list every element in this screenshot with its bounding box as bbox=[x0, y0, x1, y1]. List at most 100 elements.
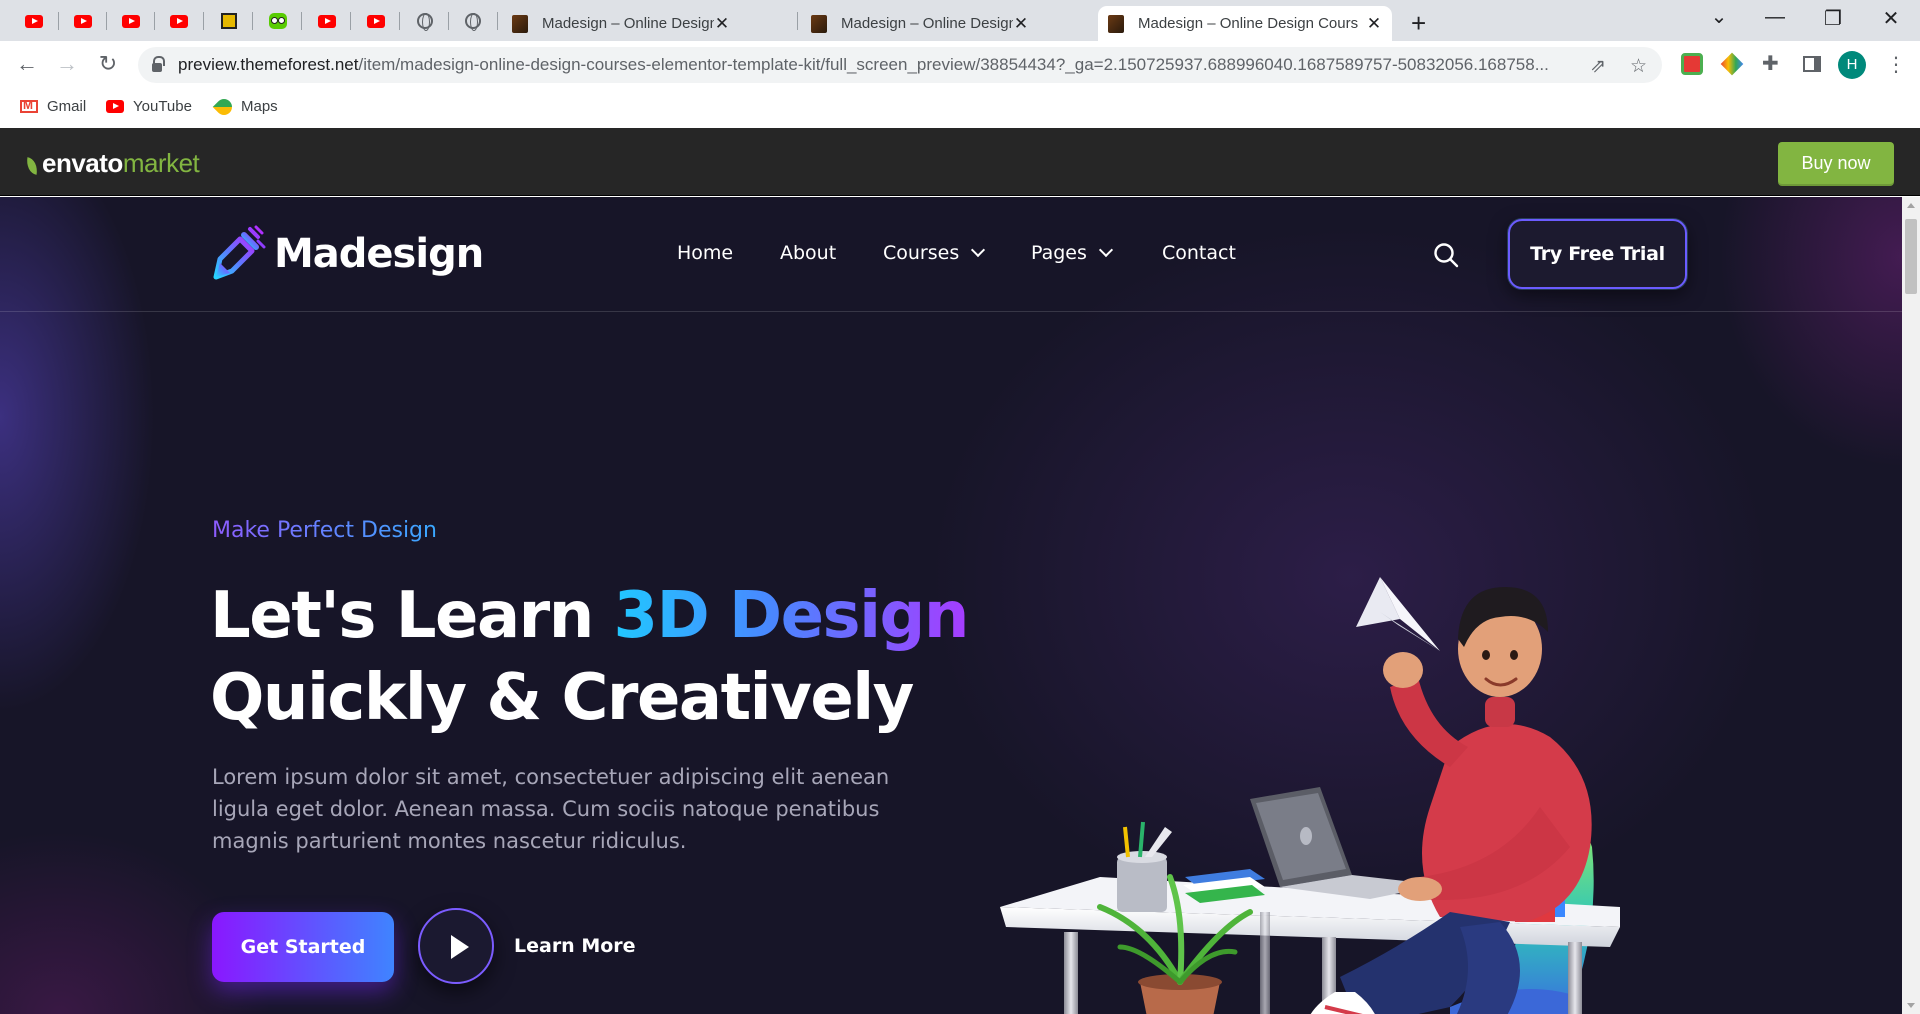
nav-label: Courses bbox=[883, 242, 960, 264]
nav-pages[interactable]: Pages bbox=[1031, 242, 1113, 264]
bookmark-label: YouTube bbox=[133, 98, 192, 115]
browser-tab[interactable]: Madesign – Online Design Cours ✕ bbox=[801, 6, 1039, 41]
learn-more-link[interactable]: Learn More bbox=[514, 935, 636, 957]
brand-name: Madesign bbox=[274, 231, 484, 277]
hero-description: Lorem ipsum dolor sit amet, consectetuer… bbox=[212, 765, 890, 853]
nav-label: Contact bbox=[1162, 242, 1236, 264]
url-path: /item/madesign-online-design-courses-ele… bbox=[358, 55, 1549, 74]
url-host: preview.themeforest.net bbox=[178, 55, 359, 74]
pinned-tab-qr-icon[interactable] bbox=[215, 10, 243, 32]
browser-tab[interactable]: Madesign – Online Design Cours ✕ bbox=[502, 6, 740, 41]
pinned-tab-youtube-icon[interactable] bbox=[362, 10, 390, 32]
scroll-thumb[interactable] bbox=[1905, 219, 1917, 294]
bookmark-label: Gmail bbox=[47, 98, 87, 115]
tab-separator bbox=[154, 12, 155, 30]
hero-headline: Let's Learn 3D Design Quickly & Creative… bbox=[210, 575, 970, 739]
buy-now-button[interactable]: Buy now bbox=[1778, 142, 1894, 184]
hero-eyebrow: Make Perfect Design bbox=[212, 518, 437, 543]
pinned-tab-youtube-icon[interactable] bbox=[20, 10, 48, 32]
forward-button[interactable]: → bbox=[53, 50, 81, 78]
share-icon[interactable]: ⇗ bbox=[1590, 55, 1606, 78]
play-video-button[interactable] bbox=[418, 908, 494, 984]
nav-about[interactable]: About bbox=[780, 242, 836, 264]
side-panel-icon[interactable] bbox=[1803, 56, 1821, 72]
envato-preview-bar: envato market Buy now bbox=[0, 128, 1920, 196]
logo-envato-text: envato bbox=[42, 148, 123, 178]
nav-label: Pages bbox=[1031, 242, 1087, 264]
tab-separator bbox=[58, 12, 59, 30]
headline-part1: Let's Learn bbox=[210, 579, 614, 653]
address-bar[interactable]: preview.themeforest.net/item/madesign-on… bbox=[138, 47, 1662, 83]
extension-icon[interactable] bbox=[1681, 53, 1703, 75]
pinned-tab-globe-icon[interactable] bbox=[459, 10, 487, 32]
extensions-puzzle-icon[interactable]: ✚ bbox=[1762, 51, 1784, 75]
tab-separator bbox=[350, 12, 351, 30]
tab-close-icon[interactable]: ✕ bbox=[1366, 14, 1382, 34]
page-scrollbar[interactable] bbox=[1902, 197, 1920, 1014]
extension-diamond-icon[interactable] bbox=[1720, 52, 1744, 76]
nav-label: Home bbox=[677, 242, 734, 264]
tab-separator bbox=[203, 12, 204, 30]
pinned-tab-youtube-icon[interactable] bbox=[165, 10, 193, 32]
headline-highlight: 3D Design bbox=[613, 579, 970, 653]
browser-toolbar: ← → ↻ preview.themeforest.net/item/mades… bbox=[0, 41, 1920, 89]
pinned-tab-youtube-icon[interactable] bbox=[313, 10, 341, 32]
get-started-button[interactable]: Get Started bbox=[212, 912, 394, 982]
browser-tab-active[interactable]: Madesign – Online Design Cours ✕ bbox=[1098, 6, 1392, 41]
bookmark-star-icon[interactable]: ☆ bbox=[1630, 55, 1647, 78]
tab-close-icon[interactable]: ✕ bbox=[714, 14, 730, 34]
browser-tab-strip: Madesign – Online Design Cours ✕ Madesig… bbox=[0, 0, 1920, 41]
new-tab-button[interactable]: + bbox=[1411, 8, 1426, 39]
tab-separator bbox=[252, 12, 253, 30]
tab-separator bbox=[797, 12, 798, 30]
bookmark-label: Maps bbox=[241, 98, 278, 115]
reload-button[interactable]: ↻ bbox=[94, 50, 122, 78]
scroll-up-icon[interactable] bbox=[1907, 203, 1915, 208]
site-header: Madesign Home About Courses Pages Contac… bbox=[0, 197, 1902, 312]
tab-title: Madesign – Online Design Cours bbox=[542, 15, 714, 32]
tab-search-button[interactable]: ⌄ bbox=[1704, 4, 1734, 29]
tab-close-icon[interactable]: ✕ bbox=[1013, 14, 1029, 34]
restore-button[interactable]: ❐ bbox=[1818, 6, 1848, 31]
envato-leaf-icon bbox=[24, 156, 40, 175]
bookmark-gmail[interactable]: Gmail bbox=[20, 98, 86, 115]
site-favicon-icon bbox=[811, 14, 827, 33]
tab-title: Madesign – Online Design Cours bbox=[841, 15, 1013, 32]
scroll-down-icon[interactable] bbox=[1907, 1003, 1915, 1008]
close-window-button[interactable]: ✕ bbox=[1876, 6, 1906, 31]
back-button[interactable]: ← bbox=[13, 50, 41, 78]
pinned-tab-youtube-icon[interactable] bbox=[69, 10, 97, 32]
bookmark-maps[interactable]: Maps bbox=[212, 95, 278, 118]
tab-separator bbox=[106, 12, 107, 30]
profile-avatar[interactable]: H bbox=[1838, 51, 1866, 79]
chevron-down-icon bbox=[1098, 242, 1113, 258]
tab-separator bbox=[448, 12, 449, 30]
pinned-tab-globe-icon[interactable] bbox=[411, 10, 439, 32]
chevron-down-icon bbox=[971, 242, 986, 258]
tab-separator bbox=[301, 12, 302, 30]
bookmark-youtube[interactable]: YouTube bbox=[106, 98, 192, 115]
logo-market-text: market bbox=[122, 148, 200, 178]
nav-label: About bbox=[780, 242, 837, 264]
headline-line2: Quickly & Creatively bbox=[210, 661, 914, 735]
pinned-tab-duolingo-icon[interactable] bbox=[264, 10, 292, 32]
minimize-button[interactable]: — bbox=[1760, 6, 1790, 29]
site-favicon-icon bbox=[1108, 14, 1124, 33]
url-text[interactable]: preview.themeforest.net/item/madesign-on… bbox=[178, 55, 1598, 75]
nav-home[interactable]: Home bbox=[677, 242, 733, 264]
pinned-tab-youtube-icon[interactable] bbox=[117, 10, 145, 32]
hero-illustration bbox=[1000, 577, 1620, 1014]
try-free-trial-button[interactable]: Try Free Trial bbox=[1508, 219, 1687, 289]
maps-icon bbox=[212, 95, 236, 118]
site-logo[interactable]: Madesign bbox=[210, 225, 484, 283]
site-favicon-icon bbox=[512, 14, 528, 33]
envato-market-logo[interactable]: envato market bbox=[24, 148, 200, 179]
browser-menu-icon[interactable]: ⋮ bbox=[1886, 52, 1906, 77]
youtube-icon bbox=[106, 100, 124, 113]
play-icon bbox=[451, 935, 469, 959]
search-icon[interactable] bbox=[1432, 241, 1460, 269]
nav-courses[interactable]: Courses bbox=[883, 242, 986, 264]
nav-contact[interactable]: Contact bbox=[1162, 242, 1236, 264]
lock-icon[interactable] bbox=[152, 56, 165, 72]
site-viewport: Madesign Home About Courses Pages Contac… bbox=[0, 197, 1902, 1014]
